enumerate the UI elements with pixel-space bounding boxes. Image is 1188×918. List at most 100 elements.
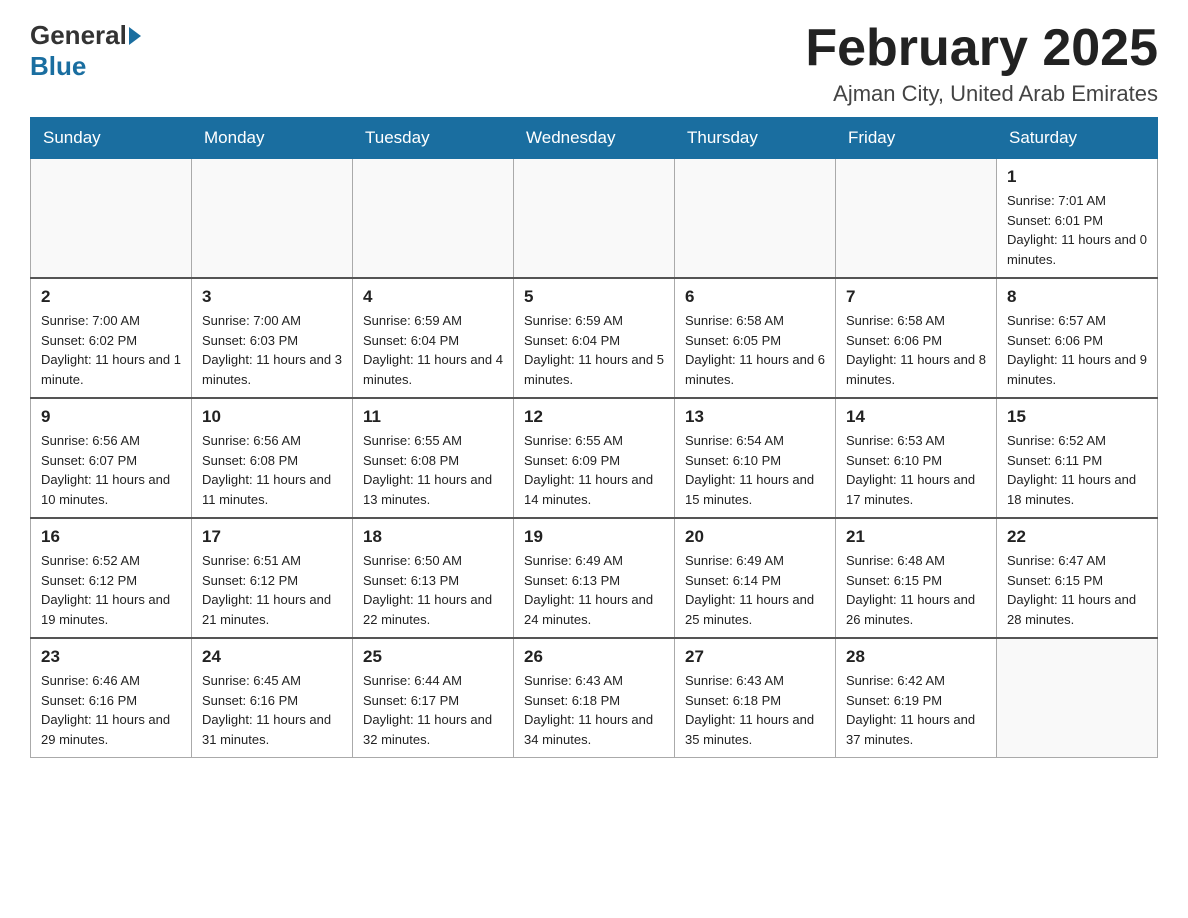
day-info: Sunrise: 6:48 AMSunset: 6:15 PMDaylight:…: [846, 551, 986, 629]
calendar-header-row: SundayMondayTuesdayWednesdayThursdayFrid…: [31, 118, 1158, 159]
day-number: 13: [685, 407, 825, 427]
calendar-cell: [192, 159, 353, 279]
calendar-cell: 21Sunrise: 6:48 AMSunset: 6:15 PMDayligh…: [836, 518, 997, 638]
calendar-cell: 27 Sunrise: 6:43 AMSunset: 6:18 PMDayligh…: [675, 638, 836, 758]
logo-arrow-icon: [129, 27, 141, 45]
day-number: 18: [363, 527, 503, 547]
day-info: Sunrise: 6:42 AMSunset: 6:19 PMDaylight:…: [846, 671, 986, 749]
day-number: 15: [1007, 407, 1147, 427]
day-number: 26: [524, 647, 664, 667]
day-info: Sunrise: 6:49 AMSunset: 6:14 PMDaylight:…: [685, 551, 825, 629]
calendar-week-row: 23Sunrise: 6:46 AMSunset: 6:16 PMDayligh…: [31, 638, 1158, 758]
day-number: 22: [1007, 527, 1147, 547]
day-info: Sunrise: 6:52 AMSunset: 6:11 PMDaylight:…: [1007, 431, 1147, 509]
weekday-header-tuesday: Tuesday: [353, 118, 514, 159]
calendar-cell: 24Sunrise: 6:45 AMSunset: 6:16 PMDayligh…: [192, 638, 353, 758]
calendar-cell: [836, 159, 997, 279]
calendar-table: SundayMondayTuesdayWednesdayThursdayFrid…: [30, 117, 1158, 758]
calendar-cell: 2Sunrise: 7:00 AMSunset: 6:02 PMDaylight…: [31, 278, 192, 398]
day-info: Sunrise: 6:50 AMSunset: 6:13 PMDaylight:…: [363, 551, 503, 629]
day-number: 7: [846, 287, 986, 307]
title-section: February 2025 Ajman City, United Arab Em…: [805, 20, 1158, 107]
calendar-cell: 8Sunrise: 6:57 AMSunset: 6:06 PMDaylight…: [997, 278, 1158, 398]
day-info: Sunrise: 6:43 AMSunset: 6:18 PMDaylight:…: [524, 671, 664, 749]
day-number: 14: [846, 407, 986, 427]
day-number: 3: [202, 287, 342, 307]
calendar-cell: 6Sunrise: 6:58 AMSunset: 6:05 PMDaylight…: [675, 278, 836, 398]
calendar-cell: 5 Sunrise: 6:59 AMSunset: 6:04 PMDaylight…: [514, 278, 675, 398]
calendar-cell: 18 Sunrise: 6:50 AMSunset: 6:13 PMDayligh…: [353, 518, 514, 638]
calendar-cell: 19 Sunrise: 6:49 AMSunset: 6:13 PMDayligh…: [514, 518, 675, 638]
calendar-cell: 14 Sunrise: 6:53 AMSunset: 6:10 PMDayligh…: [836, 398, 997, 518]
day-info: Sunrise: 6:59 AMSunset: 6:04 PMDaylight:…: [363, 311, 503, 389]
day-info: Sunrise: 6:55 AMSunset: 6:08 PMDaylight:…: [363, 431, 503, 509]
location-title: Ajman City, United Arab Emirates: [805, 81, 1158, 107]
day-number: 1: [1007, 167, 1147, 187]
calendar-cell: [353, 159, 514, 279]
calendar-cell: 1 Sunrise: 7:01 AMSunset: 6:01 PMDaylight…: [997, 159, 1158, 279]
calendar-cell: 23Sunrise: 6:46 AMSunset: 6:16 PMDayligh…: [31, 638, 192, 758]
calendar-cell: 10 Sunrise: 6:56 AMSunset: 6:08 PMDayligh…: [192, 398, 353, 518]
day-number: 10: [202, 407, 342, 427]
calendar-cell: 26 Sunrise: 6:43 AMSunset: 6:18 PMDayligh…: [514, 638, 675, 758]
calendar-cell: 9 Sunrise: 6:56 AMSunset: 6:07 PMDaylight…: [31, 398, 192, 518]
day-info: Sunrise: 6:54 AMSunset: 6:10 PMDaylight:…: [685, 431, 825, 509]
day-info: Sunrise: 6:58 AMSunset: 6:06 PMDaylight:…: [846, 311, 986, 389]
day-info: Sunrise: 6:56 AMSunset: 6:08 PMDaylight:…: [202, 431, 342, 509]
calendar-cell: [997, 638, 1158, 758]
day-number: 12: [524, 407, 664, 427]
day-number: 27: [685, 647, 825, 667]
day-number: 11: [363, 407, 503, 427]
day-info: Sunrise: 7:00 AMSunset: 6:02 PMDaylight:…: [41, 311, 181, 389]
calendar-cell: 20Sunrise: 6:49 AMSunset: 6:14 PMDayligh…: [675, 518, 836, 638]
calendar-cell: [31, 159, 192, 279]
day-info: Sunrise: 6:56 AMSunset: 6:07 PMDaylight:…: [41, 431, 181, 509]
calendar-cell: 4 Sunrise: 6:59 AMSunset: 6:04 PMDaylight…: [353, 278, 514, 398]
calendar-cell: 22 Sunrise: 6:47 AMSunset: 6:15 PMDayligh…: [997, 518, 1158, 638]
calendar-cell: [675, 159, 836, 279]
calendar-cell: 7 Sunrise: 6:58 AMSunset: 6:06 PMDaylight…: [836, 278, 997, 398]
day-number: 16: [41, 527, 181, 547]
day-info: Sunrise: 6:53 AMSunset: 6:10 PMDaylight:…: [846, 431, 986, 509]
calendar-cell: 12 Sunrise: 6:55 AMSunset: 6:09 PMDayligh…: [514, 398, 675, 518]
day-info: Sunrise: 6:52 AMSunset: 6:12 PMDaylight:…: [41, 551, 181, 629]
day-info: Sunrise: 6:49 AMSunset: 6:13 PMDaylight:…: [524, 551, 664, 629]
day-info: Sunrise: 6:55 AMSunset: 6:09 PMDaylight:…: [524, 431, 664, 509]
day-number: 17: [202, 527, 342, 547]
logo-blue-text: Blue: [30, 51, 86, 82]
calendar-cell: 25 Sunrise: 6:44 AMSunset: 6:17 PMDayligh…: [353, 638, 514, 758]
day-number: 4: [363, 287, 503, 307]
day-number: 5: [524, 287, 664, 307]
weekday-header-wednesday: Wednesday: [514, 118, 675, 159]
day-info: Sunrise: 6:43 AMSunset: 6:18 PMDaylight:…: [685, 671, 825, 749]
day-info: Sunrise: 7:00 AMSunset: 6:03 PMDaylight:…: [202, 311, 342, 389]
calendar-cell: 11 Sunrise: 6:55 AMSunset: 6:08 PMDayligh…: [353, 398, 514, 518]
day-info: Sunrise: 6:44 AMSunset: 6:17 PMDaylight:…: [363, 671, 503, 749]
calendar-week-row: 2Sunrise: 7:00 AMSunset: 6:02 PMDaylight…: [31, 278, 1158, 398]
day-info: Sunrise: 6:47 AMSunset: 6:15 PMDaylight:…: [1007, 551, 1147, 629]
day-info: Sunrise: 6:59 AMSunset: 6:04 PMDaylight:…: [524, 311, 664, 389]
month-title: February 2025: [805, 20, 1158, 77]
calendar-week-row: 1 Sunrise: 7:01 AMSunset: 6:01 PMDaylight…: [31, 159, 1158, 279]
day-info: Sunrise: 6:45 AMSunset: 6:16 PMDaylight:…: [202, 671, 342, 749]
calendar-cell: [514, 159, 675, 279]
weekday-header-saturday: Saturday: [997, 118, 1158, 159]
weekday-header-sunday: Sunday: [31, 118, 192, 159]
weekday-header-monday: Monday: [192, 118, 353, 159]
logo-general-text: General: [30, 20, 127, 51]
day-info: Sunrise: 6:46 AMSunset: 6:16 PMDaylight:…: [41, 671, 181, 749]
day-info: Sunrise: 7:01 AMSunset: 6:01 PMDaylight:…: [1007, 191, 1147, 269]
calendar-week-row: 9 Sunrise: 6:56 AMSunset: 6:07 PMDaylight…: [31, 398, 1158, 518]
day-number: 25: [363, 647, 503, 667]
calendar-week-row: 16 Sunrise: 6:52 AMSunset: 6:12 PMDayligh…: [31, 518, 1158, 638]
logo: General Blue: [30, 20, 143, 82]
day-number: 9: [41, 407, 181, 427]
weekday-header-thursday: Thursday: [675, 118, 836, 159]
day-number: 19: [524, 527, 664, 547]
calendar-cell: 16 Sunrise: 6:52 AMSunset: 6:12 PMDayligh…: [31, 518, 192, 638]
page-header: General Blue February 2025 Ajman City, U…: [30, 20, 1158, 107]
day-info: Sunrise: 6:58 AMSunset: 6:05 PMDaylight:…: [685, 311, 825, 389]
calendar-cell: 17 Sunrise: 6:51 AMSunset: 6:12 PMDayligh…: [192, 518, 353, 638]
calendar-cell: 15 Sunrise: 6:52 AMSunset: 6:11 PMDayligh…: [997, 398, 1158, 518]
day-info: Sunrise: 6:51 AMSunset: 6:12 PMDaylight:…: [202, 551, 342, 629]
